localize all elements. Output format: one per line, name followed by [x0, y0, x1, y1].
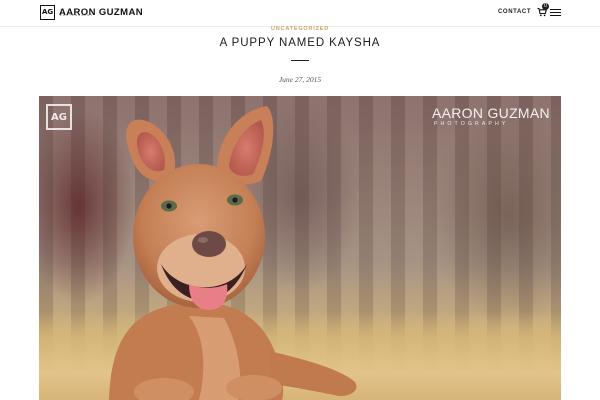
puppy-illustration	[109, 106, 357, 400]
nav-contact-link[interactable]: CONTACT	[498, 9, 531, 15]
title-divider	[291, 60, 309, 61]
cart-count-badge: 0	[542, 3, 549, 10]
watermark-logo-mark: AG	[46, 104, 72, 130]
featured-photo: AG AARON GUZMAN PHOTOGRAPHY	[39, 96, 561, 400]
hamburger-menu-icon[interactable]	[550, 9, 561, 17]
logo-subtitle: PHOTOGRAPHY	[60, 14, 94, 17]
logo-mark-letters: AG	[42, 8, 54, 16]
watermark-subtitle: PHOTOGRAPHY	[434, 121, 509, 127]
post-date: June 27, 2015	[278, 75, 322, 84]
watermark-text: AARON GUZMAN	[432, 105, 550, 121]
watermark-mark-letters: AG	[51, 112, 67, 123]
site-header: AG AARON GUZMAN PHOTOGRAPHY CONTACT 0	[0, 0, 600, 27]
logo-mark: AG	[40, 5, 55, 20]
post-title: A PUPPY NAMED KAYSHA	[219, 37, 381, 49]
site-logo[interactable]: AG AARON GUZMAN	[40, 4, 143, 21]
post-category-link[interactable]: UNCATEGORIZED	[0, 26, 600, 32]
